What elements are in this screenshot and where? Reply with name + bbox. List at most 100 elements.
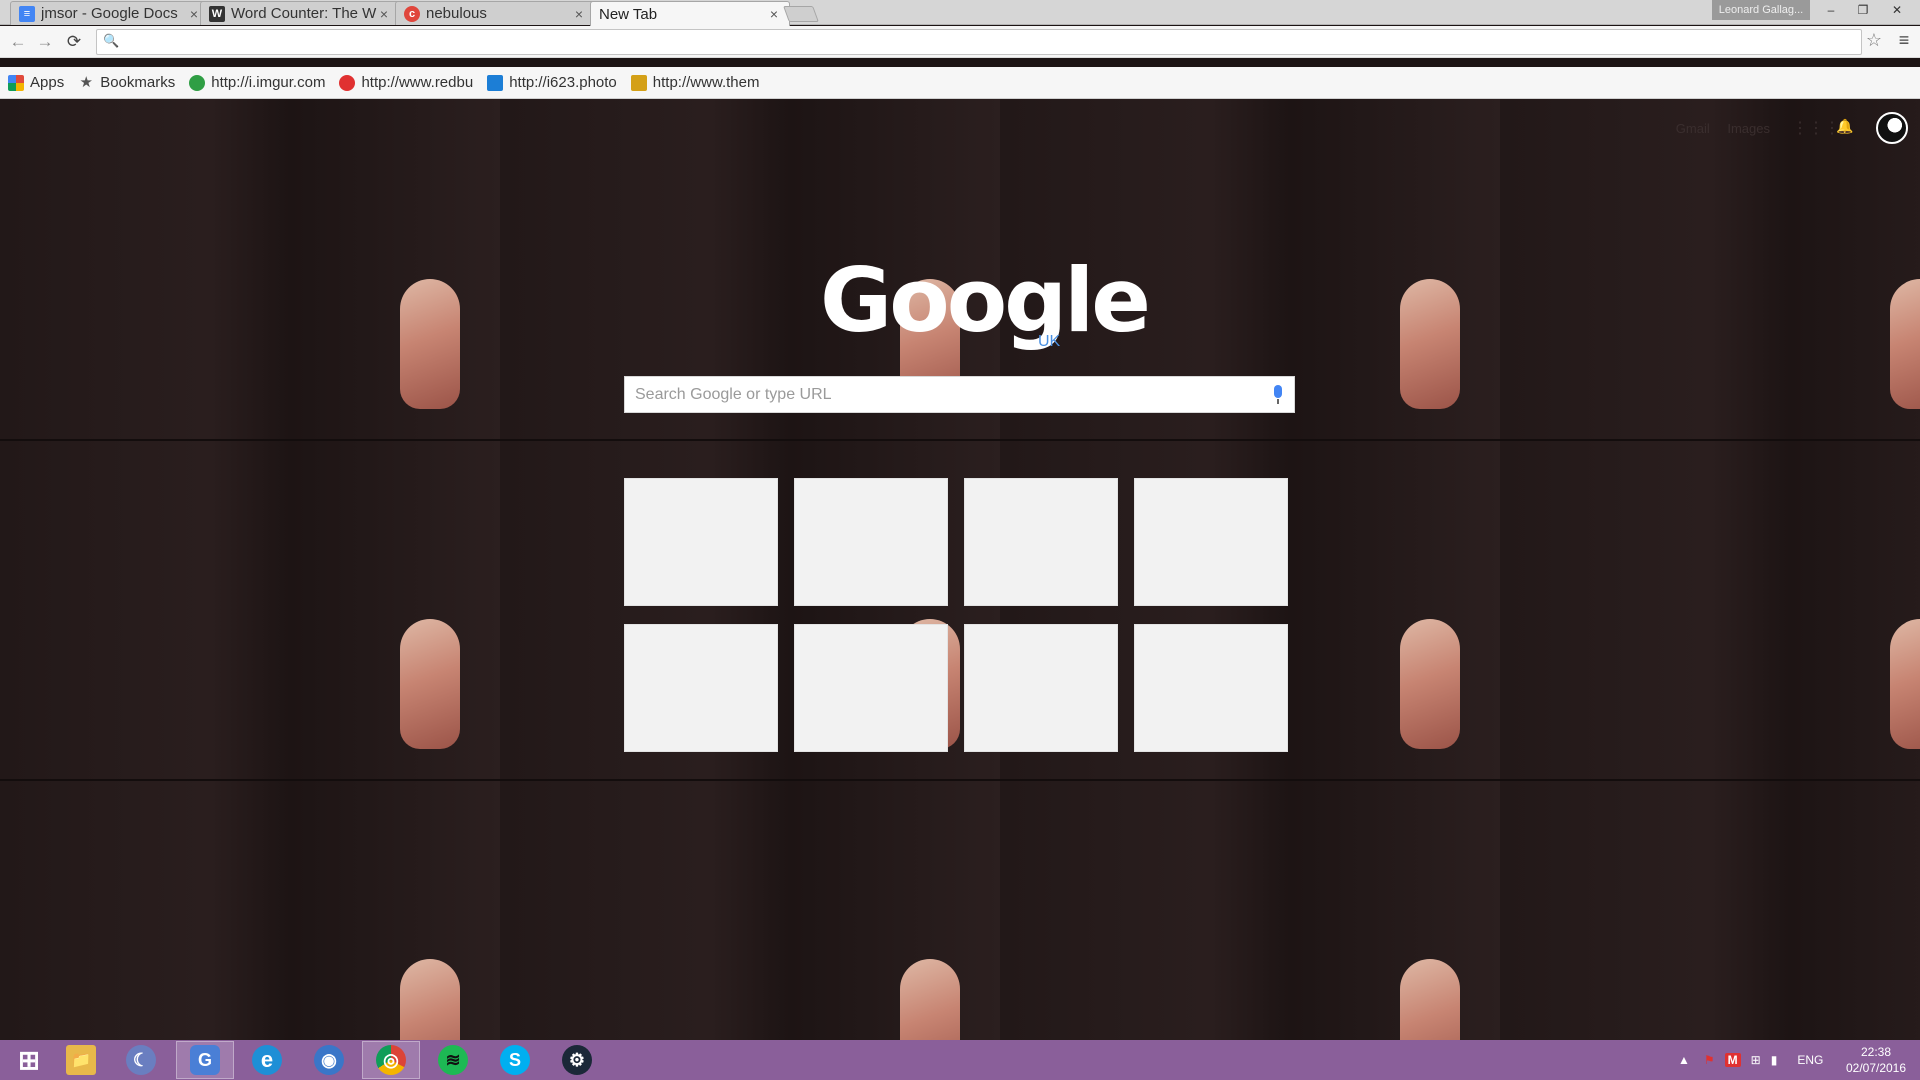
taskbar-app-chrome[interactable]: ◎ <box>362 1041 420 1079</box>
tab-word-counter[interactable]: W Word Counter: The W × <box>200 1 400 25</box>
theme-background-image <box>1400 279 1460 409</box>
bookmark-imgur[interactable]: http://i.imgur.com <box>189 74 325 91</box>
bookmark-photobucket[interactable]: http://i623.photo <box>487 74 617 91</box>
new-tab-button[interactable] <box>783 6 819 22</box>
action-center-flag-icon[interactable]: ⚑ <box>1704 1053 1715 1067</box>
bookmark-label: http://www.redbu <box>361 74 474 91</box>
taskbar-app-moon[interactable]: ☾ <box>112 1041 170 1079</box>
google-docs-icon: ≡ <box>19 5 35 22</box>
theme-background-image <box>1890 279 1920 409</box>
most-visited-tile[interactable] <box>624 478 778 606</box>
redbubble-icon <box>339 74 356 91</box>
w-icon: W <box>209 5 225 22</box>
clock-time: 22:38 <box>1860 1045 1892 1059</box>
tab-close-icon[interactable]: × <box>187 6 201 22</box>
taskbar-app-skype[interactable]: S <box>486 1041 544 1079</box>
most-visited-tile[interactable] <box>794 478 948 606</box>
browser-toolbar: ← → ⟳ 🔍 ☆ ≡ <box>0 26 1920 58</box>
windows-logo-icon: ⊞ <box>18 1044 40 1075</box>
bookmark-folder-bookmarks[interactable]: ★ Bookmarks <box>78 74 175 91</box>
app-disc-icon: ◉ <box>314 1045 344 1075</box>
chrome-menu-button[interactable]: ≡ <box>1892 30 1916 51</box>
tab-new-tab[interactable]: New Tab × <box>590 1 790 26</box>
most-visited-tile[interactable] <box>964 624 1118 752</box>
bookmark-apps[interactable]: Apps <box>8 74 64 91</box>
google-logo-region: UK <box>1038 333 1061 350</box>
most-visited-tile[interactable] <box>1134 478 1288 606</box>
gmail-link[interactable]: Gmail <box>1676 121 1710 136</box>
windows-taskbar: ⊞ 📁 ☾ G e ◉ ◎ ≋ S ⚙ ▲ ⚑ M ⊞ ▮ ENG 22:38 … <box>0 1040 1920 1080</box>
close-window-button[interactable]: ✕ <box>1882 0 1912 20</box>
restore-button[interactable]: ❐ <box>1848 0 1878 20</box>
taskbar-app-spotify[interactable]: ≋ <box>424 1041 482 1079</box>
apps-grid-icon <box>8 74 24 91</box>
app-moon-icon: ☾ <box>126 1045 156 1075</box>
imgur-icon <box>189 74 206 91</box>
tab-close-icon[interactable]: × <box>377 6 391 22</box>
taskbar-app-internet-explorer[interactable]: e <box>238 1041 296 1079</box>
start-button[interactable]: ⊞ <box>0 1041 58 1079</box>
bookmark-label: http://i.imgur.com <box>211 74 326 91</box>
tray-app-m-icon[interactable]: M <box>1724 1053 1741 1067</box>
bookmark-redbubble[interactable]: http://www.redbu <box>339 74 473 91</box>
app-g-icon: G <box>190 1045 220 1075</box>
google-apps-icon[interactable]: ⋮⋮⋮ <box>1792 118 1840 138</box>
spotify-icon: ≋ <box>438 1045 468 1075</box>
file-explorer-icon: 📁 <box>66 1045 96 1075</box>
nebulous-icon: c <box>404 5 420 22</box>
profile-button[interactable]: Leonard Gallag... <box>1712 0 1810 20</box>
theme-seam <box>0 439 1920 441</box>
back-button[interactable]: ← <box>6 30 30 54</box>
taskbar-app-steam[interactable]: ⚙ <box>548 1041 606 1079</box>
bookmark-label: http://i623.photo <box>509 74 617 91</box>
images-link[interactable]: Images <box>1727 121 1770 136</box>
chrome-icon: ◎ <box>376 1045 406 1075</box>
taskbar-app-g[interactable]: G <box>176 1041 234 1079</box>
forward-button[interactable]: → <box>33 30 57 54</box>
internet-explorer-icon: e <box>252 1045 282 1075</box>
steam-icon: ⚙ <box>562 1045 592 1075</box>
bookmark-label: Bookmarks <box>100 74 176 91</box>
bookmark-theme[interactable]: http://www.them <box>630 74 760 91</box>
most-visited-tile[interactable] <box>964 478 1118 606</box>
tab-title: jmsor - Google Docs <box>41 5 178 22</box>
most-visited-tile[interactable] <box>624 624 778 752</box>
minimize-button[interactable]: – <box>1816 0 1846 20</box>
tray-overflow-icon[interactable]: ▲ <box>1678 1053 1690 1067</box>
account-avatar[interactable] <box>1876 112 1908 144</box>
signal-strength-icon[interactable]: ▮ <box>1771 1053 1778 1067</box>
taskbar-app-file-explorer[interactable]: 📁 <box>52 1041 110 1079</box>
bookmark-label: Apps <box>30 74 65 91</box>
star-icon: ★ <box>79 73 93 91</box>
most-visited-tile[interactable] <box>1134 624 1288 752</box>
most-visited-grid <box>624 478 1289 752</box>
most-visited-tile[interactable] <box>794 624 948 752</box>
tab-strip: ≡ jmsor - Google Docs × W Word Counter: … <box>0 0 1920 26</box>
theme-background-image <box>400 959 460 1040</box>
theme-icon <box>630 74 647 91</box>
address-input[interactable] <box>123 32 1823 52</box>
network-icon[interactable]: ⊞ <box>1751 1053 1761 1067</box>
tab-close-icon[interactable]: × <box>572 6 586 22</box>
theme-background-image <box>1400 619 1460 749</box>
omnibox[interactable]: 🔍 <box>96 29 1862 55</box>
tab-title: Word Counter: The W <box>231 5 377 22</box>
taskbar-app-disc[interactable]: ◉ <box>300 1041 358 1079</box>
notifications-bell-icon[interactable]: 🔔 <box>1836 118 1853 135</box>
bookmark-label: http://www.them <box>652 74 760 91</box>
theme-background-image <box>1890 619 1920 749</box>
reload-button[interactable]: ⟳ <box>62 30 86 54</box>
clock-date: 02/07/2016 <box>1845 1061 1907 1075</box>
microphone-icon[interactable] <box>1272 385 1284 405</box>
tab-nebulous[interactable]: c nebulous × <box>395 1 595 25</box>
tab-google-docs[interactable]: ≡ jmsor - Google Docs × <box>10 1 210 25</box>
bookmark-star-icon[interactable]: ☆ <box>1862 30 1886 51</box>
system-tray: ▲ ⚑ M ⊞ ▮ ENG <box>1678 1040 1823 1080</box>
ntp-search-box[interactable] <box>624 376 1295 413</box>
new-tab-page: Gmail Images ⋮⋮⋮ 🔔 Google UK <box>0 99 1920 1040</box>
theme-background-image <box>900 959 960 1040</box>
tab-close-icon[interactable]: × <box>767 6 781 22</box>
taskbar-clock[interactable]: 22:38 02/07/2016 <box>1836 1044 1916 1076</box>
input-language[interactable]: ENG <box>1797 1053 1823 1067</box>
ntp-search-input[interactable] <box>635 384 1245 406</box>
